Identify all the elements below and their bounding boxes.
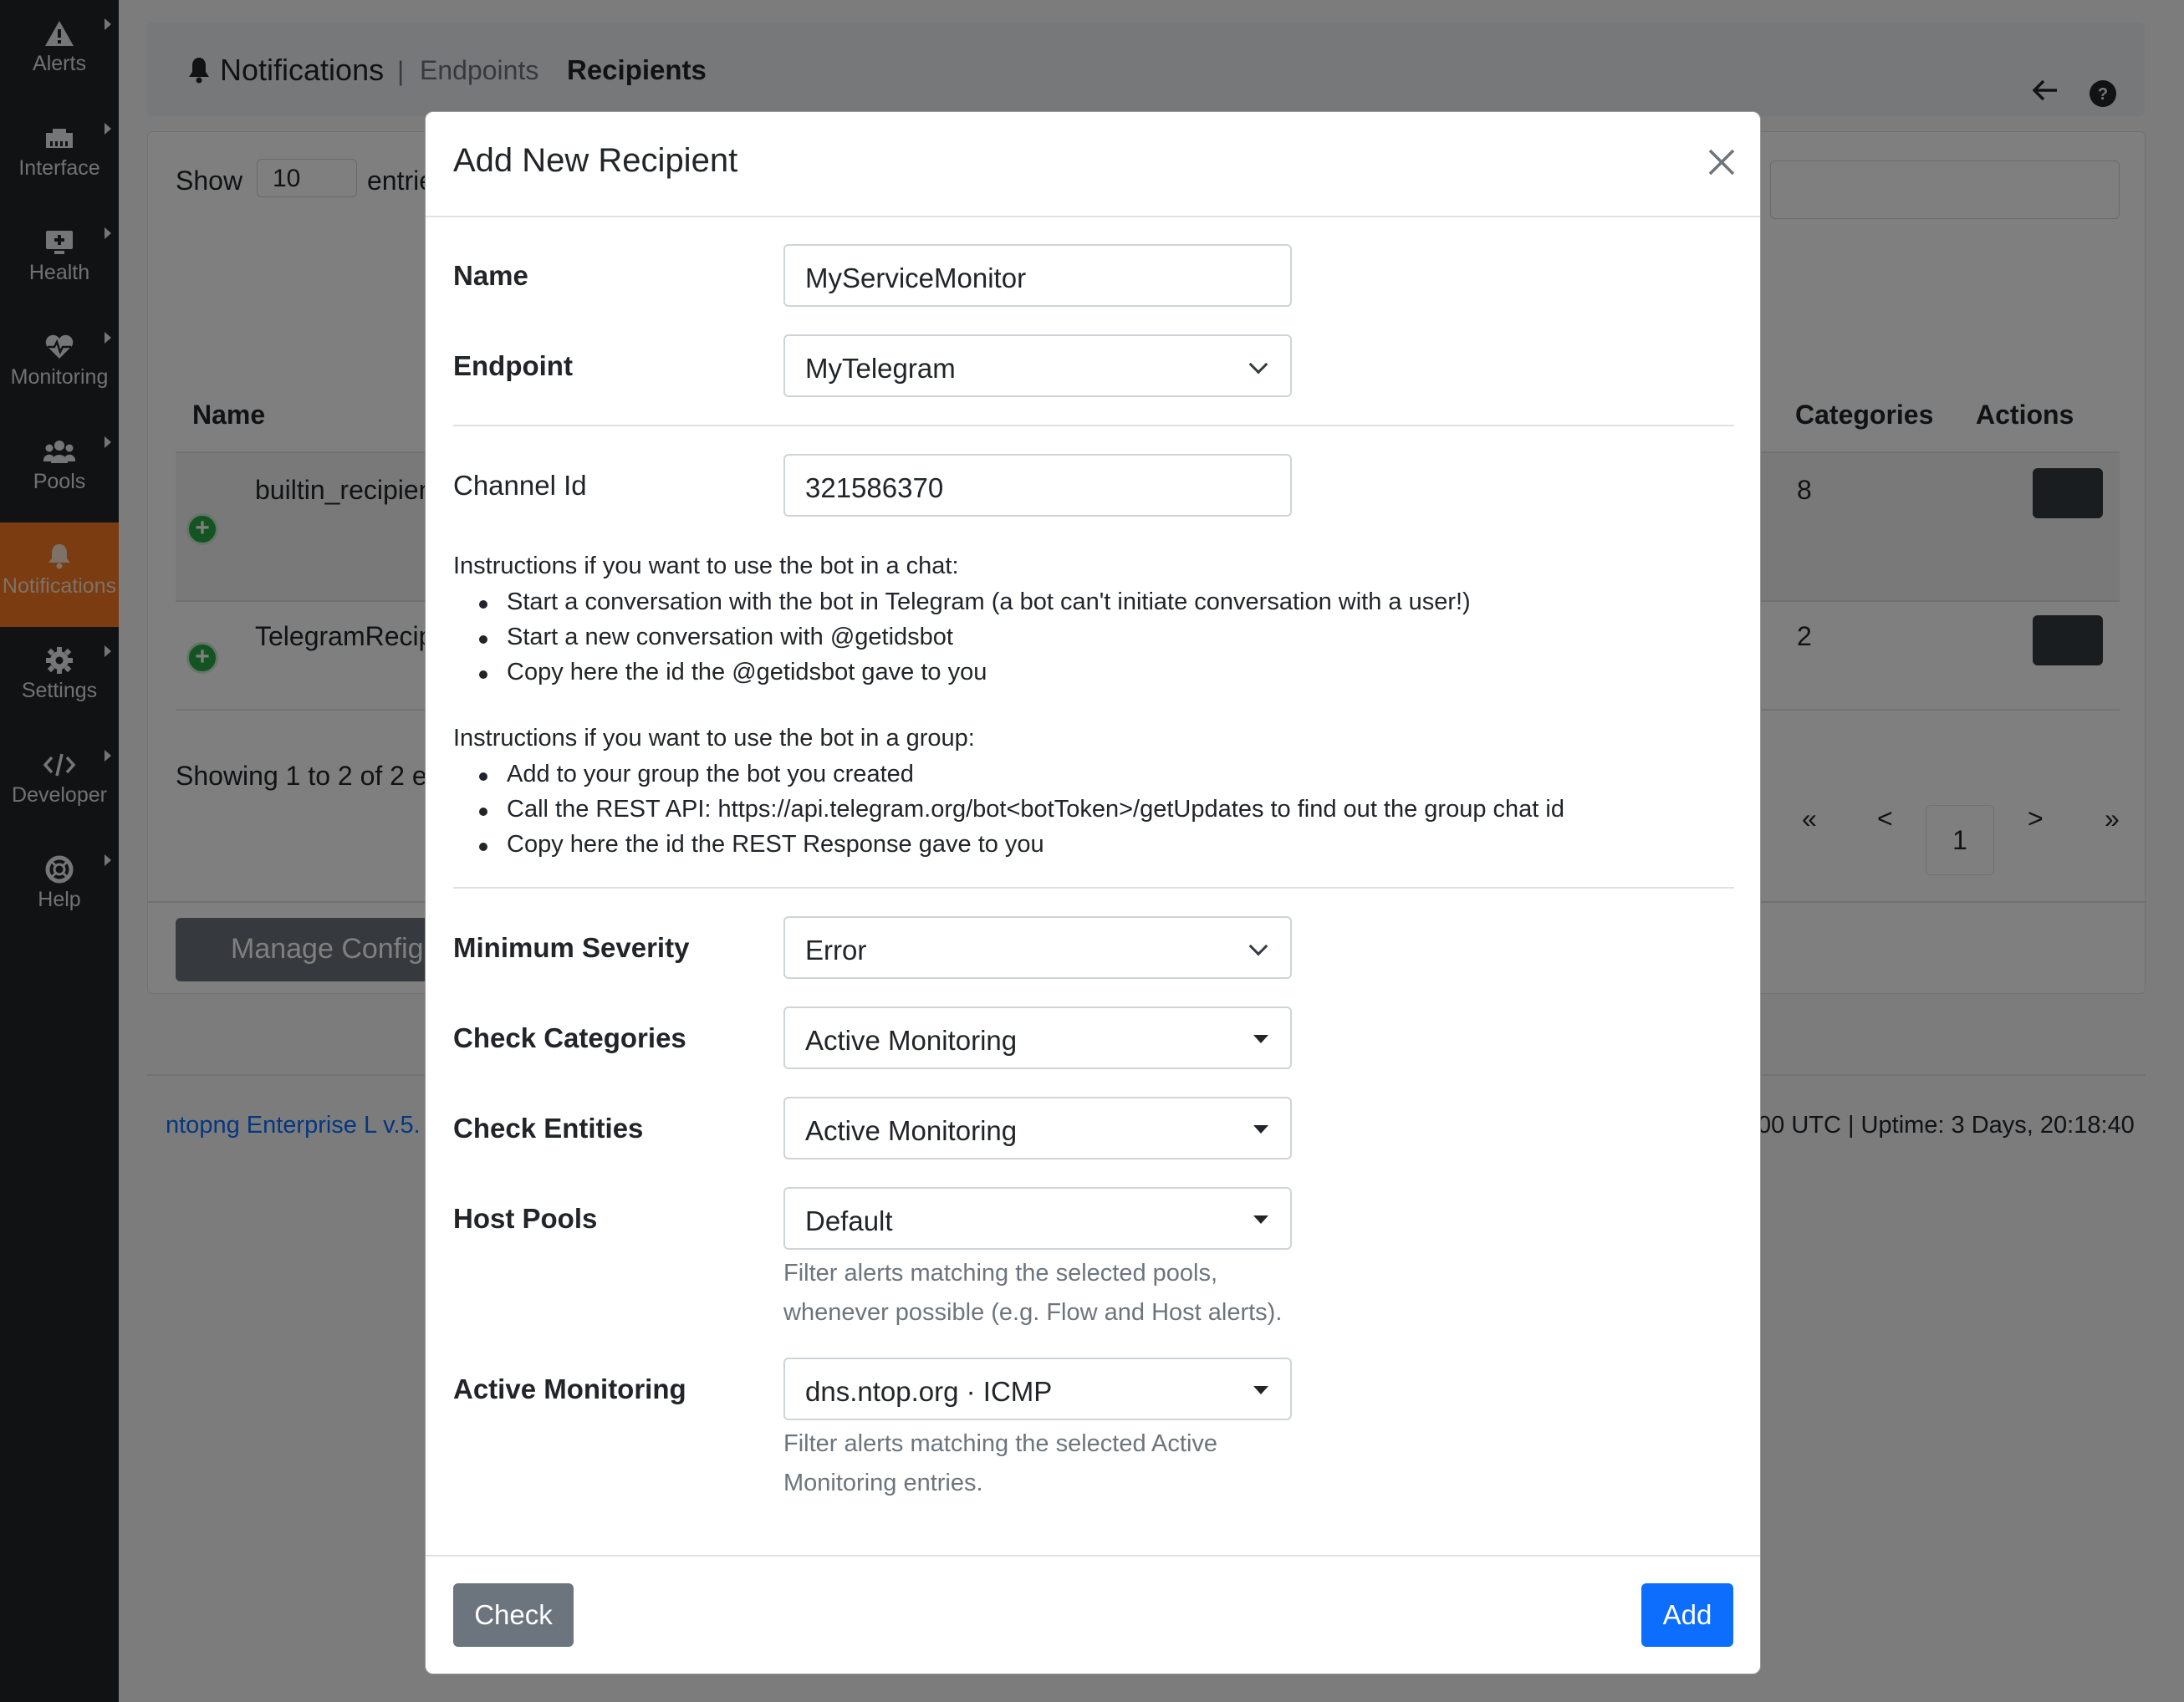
name-label: Name — [453, 260, 528, 291]
chat-instruction-item: Start a conversation with the bot in Tel… — [479, 589, 1471, 615]
active-monitoring-select[interactable]: dns.ntop.org · ICMP — [783, 1358, 1292, 1420]
caret-down-icon — [1253, 1125, 1268, 1134]
add-button[interactable]: Add — [1641, 1583, 1733, 1647]
modal-title: Add New Recipient — [453, 142, 738, 179]
chat-instruction-item: Copy here the id the @getidsbot gave to … — [478, 659, 987, 685]
endpoint-label: Endpoint — [453, 350, 573, 381]
caret-down-icon — [1253, 1215, 1268, 1224]
check-entities-label: Check Entities — [453, 1113, 644, 1144]
host-pools-select[interactable]: Default — [783, 1187, 1292, 1250]
host-pools-value: Default — [805, 1205, 893, 1236]
active-monitoring-label: Active Monitoring — [453, 1373, 686, 1404]
group-instruction-item: Call the REST API: https://api.telegram.… — [479, 796, 1564, 823]
check-entities-select[interactable]: Active Monitoring — [783, 1097, 1292, 1159]
modal-header: Add New Recipient — [426, 112, 1760, 217]
chat-instruction-item: Start a new conversation with @getidsbot — [479, 624, 953, 650]
endpoint-value: MyTelegram — [805, 353, 956, 384]
severity-value: Error — [805, 935, 867, 966]
chat-instructions-title: Instructions if you want to use the bot … — [453, 553, 959, 579]
channel-id-field[interactable]: 321586370 — [783, 454, 1292, 517]
severity-select[interactable]: Error — [783, 916, 1292, 979]
modal-footer-divider — [426, 1555, 1760, 1557]
channel-id-label: Channel Id — [453, 470, 587, 501]
check-categories-select[interactable]: Active Monitoring — [783, 1006, 1292, 1069]
group-instruction-item: Copy here the id the REST Response gave … — [479, 831, 1044, 858]
add-recipient-modal: Add New Recipient Name MyServiceMonitor … — [425, 111, 1761, 1674]
name-value: MyServiceMonitor — [805, 262, 1027, 293]
active-monitoring-value: dns.ntop.org · ICMP — [805, 1376, 1053, 1407]
channel-id-value: 321586370 — [805, 472, 944, 503]
group-instruction-item: Add to your group the bot you created — [479, 761, 914, 787]
section-divider — [453, 887, 1734, 889]
name-field[interactable]: MyServiceMonitor — [783, 244, 1292, 307]
severity-label: Minimum Severity — [453, 932, 690, 963]
host-pools-label: Host Pools — [453, 1203, 598, 1234]
chevron-down-icon — [1248, 354, 1268, 375]
caret-down-icon — [1253, 1035, 1268, 1043]
close-icon[interactable] — [1705, 145, 1738, 179]
caret-down-icon — [1253, 1386, 1268, 1394]
group-instructions-title: Instructions if you want to use the bot … — [453, 725, 975, 752]
section-divider — [453, 425, 1734, 426]
chevron-down-icon — [1248, 936, 1268, 956]
check-categories-value: Active Monitoring — [805, 1025, 1018, 1056]
check-categories-label: Check Categories — [453, 1022, 686, 1053]
check-entities-value: Active Monitoring — [805, 1115, 1018, 1146]
host-pools-help: Filter alerts matching the selected pool… — [783, 1260, 1283, 1326]
active-monitoring-help: Filter alerts matching the selected Acti… — [783, 1430, 1218, 1496]
endpoint-select[interactable]: MyTelegram — [783, 334, 1292, 397]
check-button[interactable]: Check — [453, 1583, 574, 1647]
